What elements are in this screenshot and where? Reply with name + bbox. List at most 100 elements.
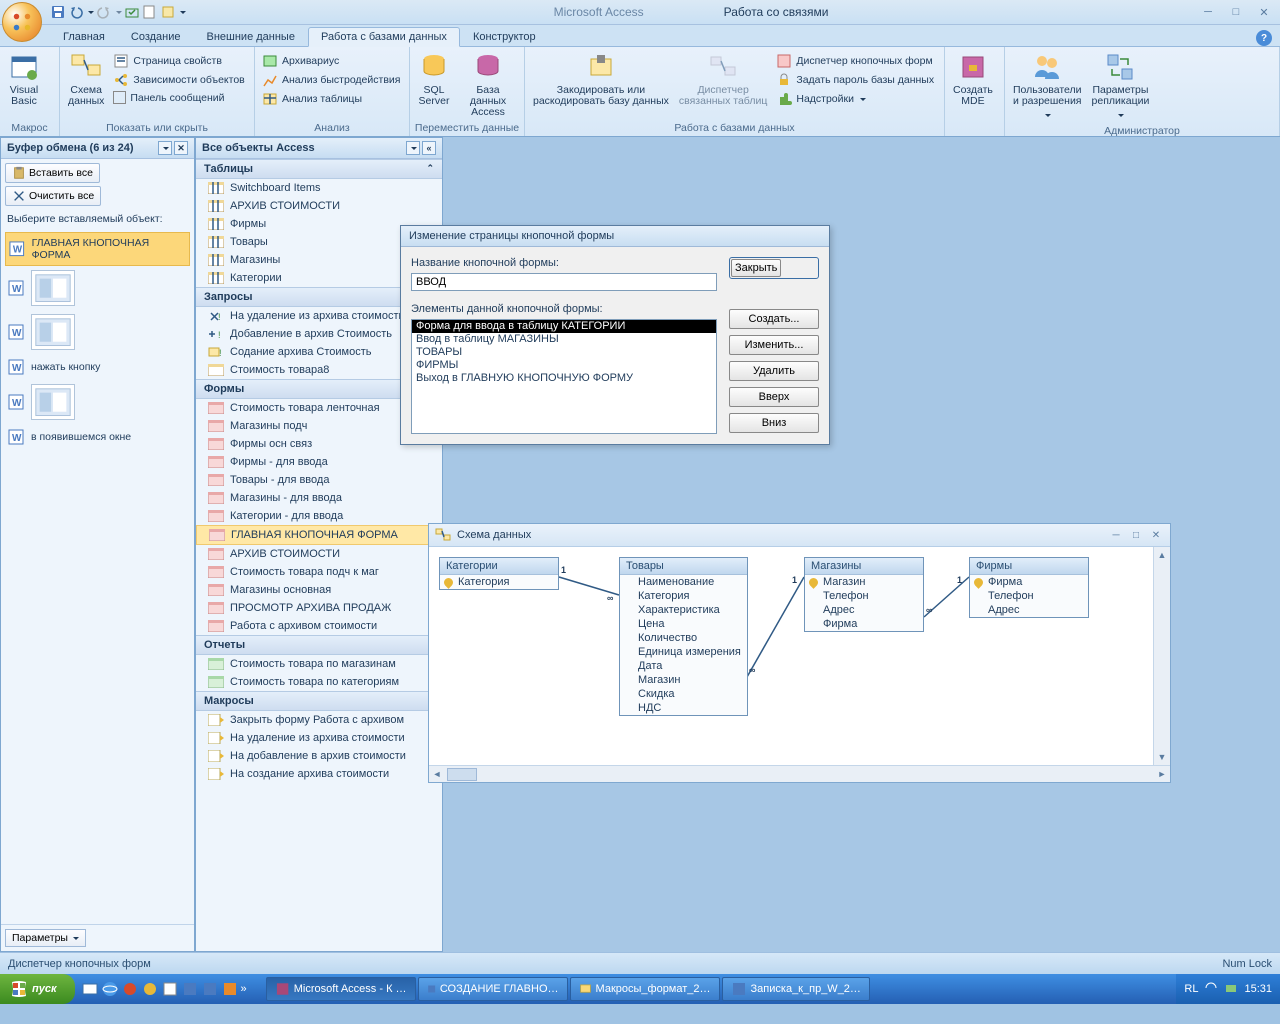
schema-min-icon[interactable]: ─: [1108, 528, 1124, 542]
close-dlg-button[interactable]: Закрыть: [731, 259, 781, 277]
perf-analysis-button[interactable]: Анализ быстродействия: [259, 71, 403, 89]
schema-table[interactable]: ТоварыНаименованиеКатегорияХарактеристик…: [619, 557, 748, 716]
nav-item[interactable]: На создание архива стоимости: [196, 765, 442, 783]
nav-category[interactable]: Макросы⌃: [196, 691, 442, 711]
clipboard-item[interactable]: WГЛАВНАЯ КНОПОЧНАЯ ФОРМА: [5, 232, 190, 266]
create-button[interactable]: Создать...: [729, 309, 819, 329]
archivist-button[interactable]: Архивариус: [259, 52, 403, 70]
nav-item[interactable]: Switchboard Items: [196, 179, 442, 197]
help-icon[interactable]: ?: [1256, 30, 1272, 46]
start-button[interactable]: пуск: [0, 974, 75, 1004]
encode-db-button[interactable]: Закодировать илираскодировать базу данны…: [529, 49, 673, 109]
clipboard-params-button[interactable]: Параметры: [5, 929, 86, 947]
taskbar-item[interactable]: Microsoft Access - К …: [266, 977, 416, 1001]
switchboard-mgr-button[interactable]: Диспетчер кнопочных форм: [773, 52, 937, 70]
schema-max-icon[interactable]: □: [1128, 528, 1144, 542]
clock[interactable]: 15:31: [1244, 983, 1272, 995]
nav-item[interactable]: ПРОСМОТР АРХИВА ПРОДАЖ: [196, 599, 442, 617]
table-analysis-button[interactable]: Анализ таблицы: [259, 90, 403, 108]
ql-icon[interactable]: [161, 980, 179, 998]
schema-table[interactable]: КатегорииКатегория: [439, 557, 559, 590]
items-listbox[interactable]: Форма для ввода в таблицу КАТЕГОРИИВвод …: [411, 319, 717, 434]
sql-server-button[interactable]: SQLServer: [414, 49, 454, 109]
users-perms-button[interactable]: Пользователии разрешения: [1009, 49, 1086, 123]
nav-item[interactable]: Стоимость товара по магазинам: [196, 655, 442, 673]
close-button[interactable]: ✕: [1252, 4, 1276, 20]
list-item[interactable]: ТОВАРЫ: [412, 346, 716, 359]
paste-all-button[interactable]: Вставить все: [5, 163, 100, 183]
form-name-input[interactable]: [411, 273, 717, 291]
list-item[interactable]: ФИРМЫ: [412, 359, 716, 372]
schema-table[interactable]: МагазиныМагазинТелефонАдресФирма: [804, 557, 924, 632]
clipboard-item[interactable]: W: [5, 310, 190, 354]
taskbar-item[interactable]: СОЗДАНИЕ ГЛАВНО…: [418, 977, 568, 1001]
nav-item[interactable]: На удаление из архива стоимости: [196, 729, 442, 747]
save-icon[interactable]: [50, 4, 66, 20]
nav-item[interactable]: АРХИВ СТОИМОСТИ: [196, 545, 442, 563]
database-schema-button[interactable]: Схемаданных: [64, 49, 108, 109]
clipboard-item[interactable]: Wнажать кнопку: [5, 354, 190, 380]
delete-button[interactable]: Удалить: [729, 361, 819, 381]
ql-icon[interactable]: [221, 980, 239, 998]
nav-category[interactable]: Отчеты⌃: [196, 635, 442, 655]
nav-menu-icon[interactable]: [406, 141, 420, 155]
access-db-button[interactable]: База данныхAccess: [456, 49, 520, 120]
undo-icon[interactable]: [68, 4, 84, 20]
ql-icon[interactable]: [81, 980, 99, 998]
ribbon-tab[interactable]: Конструктор: [460, 27, 549, 47]
schema-vscrollbar[interactable]: ▲ ▼: [1153, 547, 1170, 765]
maximize-button[interactable]: □: [1224, 4, 1248, 20]
nav-collapse-icon[interactable]: «: [422, 141, 436, 155]
tray-icon[interactable]: [1224, 981, 1238, 998]
nav-item[interactable]: На добавление в архив стоимости: [196, 747, 442, 765]
ql-icon[interactable]: [121, 980, 139, 998]
ribbon-tab[interactable]: Внешние данные: [194, 27, 308, 47]
minimize-button[interactable]: ─: [1196, 4, 1220, 20]
ql-icon[interactable]: [201, 980, 219, 998]
nav-item[interactable]: Магазины основная: [196, 581, 442, 599]
nav-item[interactable]: Стоимость товара подч к маг: [196, 563, 442, 581]
nav-category[interactable]: Таблицы⌃: [196, 159, 442, 179]
nav-title[interactable]: Все объекты Access: [202, 142, 315, 154]
down-button[interactable]: Вниз: [729, 413, 819, 433]
office-button[interactable]: [2, 2, 42, 42]
nav-item[interactable]: Магазины - для ввода: [196, 489, 442, 507]
clear-all-button[interactable]: Очистить все: [5, 186, 101, 206]
redo-dropdown-icon[interactable]: [114, 6, 122, 18]
clipboard-menu-icon[interactable]: [158, 141, 172, 155]
clipboard-item[interactable]: W: [5, 266, 190, 310]
undo-dropdown-icon[interactable]: [86, 6, 94, 18]
ql-more-icon[interactable]: »: [241, 980, 259, 998]
nav-item[interactable]: Фирмы - для ввода: [196, 453, 442, 471]
ribbon-tab[interactable]: Главная: [50, 27, 118, 47]
make-mde-button[interactable]: СоздатьMDE: [949, 49, 997, 109]
object-deps-button[interactable]: Зависимости объектов: [110, 71, 247, 89]
property-sheet-button[interactable]: Страница свойств: [110, 52, 247, 70]
message-bar-button[interactable]: Панель сообщений: [110, 90, 247, 105]
nav-item[interactable]: Стоимость товара по категориям: [196, 673, 442, 691]
qat-customize-icon[interactable]: [178, 6, 186, 18]
ribbon-tab[interactable]: Создание: [118, 27, 194, 47]
schema-hscrollbar[interactable]: ◄ ►: [429, 765, 1170, 782]
nav-item[interactable]: Закрыть форму Работа с архивом: [196, 711, 442, 729]
tray-icon[interactable]: [1204, 981, 1218, 998]
clipboard-item[interactable]: W: [5, 380, 190, 424]
list-item[interactable]: Форма для ввода в таблицу КАТЕГОРИИ: [412, 320, 716, 333]
nav-item[interactable]: ГЛАВНАЯ КНОПОЧНАЯ ФОРМА: [196, 525, 442, 545]
qat-icon-1[interactable]: [124, 4, 140, 20]
list-item[interactable]: Выход в ГЛАВНУЮ КНОПОЧНУЮ ФОРМУ: [412, 372, 716, 385]
nav-item[interactable]: Работа с архивом стоимости: [196, 617, 442, 635]
clipboard-item[interactable]: Wв появившемся окне: [5, 424, 190, 450]
lang-indicator[interactable]: RL: [1184, 983, 1198, 995]
schema-close-icon[interactable]: ✕: [1148, 528, 1164, 542]
ql-icon[interactable]: [141, 980, 159, 998]
ql-icon[interactable]: [181, 980, 199, 998]
taskbar-item[interactable]: Записка_к_пр_W_2…: [722, 977, 870, 1001]
set-password-button[interactable]: Задать пароль базы данных: [773, 71, 937, 89]
up-button[interactable]: Вверх: [729, 387, 819, 407]
clipboard-close-icon[interactable]: ✕: [174, 141, 188, 155]
nav-item[interactable]: Товары - для ввода: [196, 471, 442, 489]
list-item[interactable]: Ввод в таблицу МАГАЗИНЫ: [412, 333, 716, 346]
qat-icon-3[interactable]: [160, 4, 176, 20]
schema-table[interactable]: ФирмыФирмаТелефонАдрес: [969, 557, 1089, 618]
